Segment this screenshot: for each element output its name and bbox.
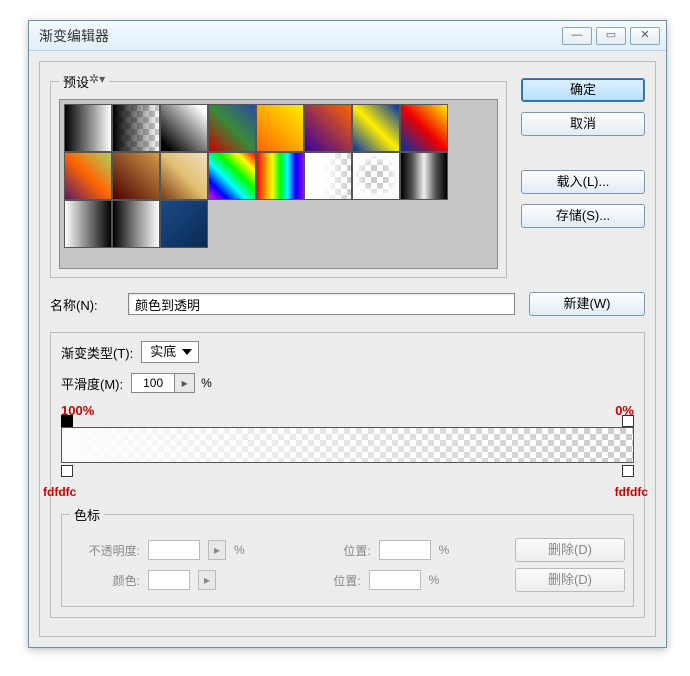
color-label: 颜色:: [70, 572, 140, 589]
smoothness-unit: %: [201, 376, 212, 390]
gradient-type-select[interactable]: 实底: [141, 341, 199, 363]
color-position-input: [369, 570, 421, 590]
titlebar: 渐变编辑器 — ▭ ✕: [29, 21, 666, 51]
swatch[interactable]: [256, 152, 304, 200]
swatch[interactable]: [64, 200, 112, 248]
presets-legend: 预设 ✲▾: [59, 72, 109, 91]
name-input[interactable]: [128, 293, 515, 315]
side-buttons: 确定 取消 载入(L)... 存储(S)...: [521, 78, 645, 228]
swatch[interactable]: [160, 152, 208, 200]
swatch[interactable]: [208, 152, 256, 200]
ok-button[interactable]: 确定: [521, 78, 645, 102]
opacity-input: [148, 540, 200, 560]
presets-swatches: [64, 104, 493, 248]
opacity-stop-right[interactable]: [622, 415, 634, 427]
minimize-button[interactable]: —: [562, 27, 592, 45]
swatch[interactable]: [304, 152, 352, 200]
smoothness-stepper[interactable]: ▸: [175, 373, 195, 393]
color-stop-right[interactable]: [622, 465, 634, 477]
cancel-button[interactable]: 取消: [521, 112, 645, 136]
swatch[interactable]: [160, 104, 208, 152]
smoothness-input[interactable]: [131, 373, 175, 393]
color-position-label: 位置:: [291, 572, 361, 589]
position-label: 位置:: [301, 542, 371, 559]
save-button[interactable]: 存储(S)...: [521, 204, 645, 228]
right-color-annotation: fdfdfc: [615, 485, 648, 499]
smoothness-label: 平滑度(M):: [61, 374, 123, 393]
window-title: 渐变编辑器: [39, 26, 558, 46]
chevron-down-icon: [182, 349, 192, 355]
opacity-position-input: [379, 540, 431, 560]
swatch[interactable]: [256, 104, 304, 152]
swatch[interactable]: [400, 152, 448, 200]
swatch[interactable]: [64, 152, 112, 200]
gradient-editor-window: 渐变编辑器 — ▭ ✕ 预设 ✲▾: [28, 20, 667, 648]
swatch[interactable]: [160, 200, 208, 248]
delete-color-stop-button: 删除(D): [515, 568, 625, 592]
swatch[interactable]: [352, 152, 400, 200]
gradient-type-label: 渐变类型(T):: [61, 343, 133, 362]
new-button[interactable]: 新建(W): [529, 292, 645, 316]
swatch[interactable]: [112, 152, 160, 200]
opacity-label: 不透明度:: [70, 542, 140, 559]
close-button[interactable]: ✕: [630, 27, 660, 45]
load-button[interactable]: 载入(L)...: [521, 170, 645, 194]
gradient-section: 渐变类型(T): 实底 平滑度(M): ▸ % 100% 0%: [50, 332, 645, 618]
maximize-button[interactable]: ▭: [596, 27, 626, 45]
color-stop-left[interactable]: [61, 465, 73, 477]
gear-icon[interactable]: ✲▾: [89, 72, 105, 86]
stops-legend: 色标: [70, 505, 104, 524]
swatch[interactable]: [64, 104, 112, 152]
stops-section: 色标 不透明度: ▸ % 位置: % 删除(D) 颜色:: [61, 505, 634, 607]
color-swatch: [148, 570, 190, 590]
name-label: 名称(N):: [50, 295, 128, 314]
color-picker-arrow: ▸: [198, 570, 216, 590]
swatch[interactable]: [112, 104, 160, 152]
swatch[interactable]: [352, 104, 400, 152]
opacity-stepper: ▸: [208, 540, 226, 560]
opacity-stop-left[interactable]: [61, 415, 73, 427]
delete-opacity-stop-button: 删除(D): [515, 538, 625, 562]
swatch[interactable]: [208, 104, 256, 152]
swatch[interactable]: [400, 104, 448, 152]
swatch[interactable]: [304, 104, 352, 152]
presets-well[interactable]: [59, 99, 498, 269]
left-color-annotation: fdfdfc: [43, 485, 76, 499]
presets-section: 预设 ✲▾: [50, 72, 507, 278]
dialog-content: 预设 ✲▾: [39, 61, 656, 637]
gradient-bar-area: 100% 0% fdfdfc fdfdfc: [61, 403, 634, 493]
gradient-bar[interactable]: [61, 427, 634, 463]
swatch[interactable]: [112, 200, 160, 248]
